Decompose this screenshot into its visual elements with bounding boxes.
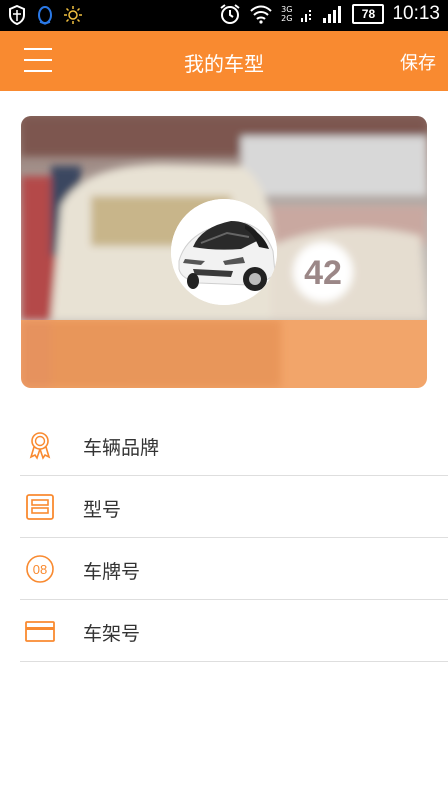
shield-icon [9, 5, 25, 25]
car-info-list: 车辆品牌 型号 08 车牌号 车架号 [20, 414, 448, 662]
list-item-label: 型号 [83, 499, 122, 521]
credit-card-icon [25, 621, 55, 642]
alarm-icon [220, 4, 240, 24]
signal-dots-icon [301, 10, 312, 22]
car-photo [171, 199, 277, 305]
list-item-brand[interactable]: 车辆品牌 [20, 414, 448, 476]
status-bar: 3G 2G 78 10:13 [0, 0, 448, 31]
list-item-plate[interactable]: 08 车牌号 [20, 538, 448, 600]
list-item-model[interactable]: 型号 [20, 476, 448, 538]
race-number: 42 [304, 254, 342, 292]
plate-number-icon: 08 [26, 555, 54, 583]
list-item-vin[interactable]: 车架号 [20, 600, 448, 662]
signal-bars-icon [323, 6, 342, 23]
battery-indicator: 78 [352, 4, 385, 24]
status-right: 3G 2G 78 10:13 [219, 3, 440, 25]
wifi-icon [250, 5, 272, 24]
save-button[interactable]: 保存 [400, 49, 436, 75]
network-3g-label: 3G [281, 5, 293, 14]
award-ribbon-icon [29, 432, 51, 460]
status-left [8, 5, 82, 25]
network-2g-label: 2G [281, 14, 293, 23]
model-card-icon [26, 494, 54, 520]
page-title: 我的车型 [184, 52, 264, 76]
list-item-label: 车辆品牌 [83, 437, 160, 459]
qq-penguin-icon [38, 6, 52, 25]
banner-overlay-texture [21, 320, 281, 388]
app-header: 我的车型 保存 [0, 31, 448, 91]
banner-overlay [21, 320, 427, 388]
network-type-label: 3G 2G [281, 5, 292, 23]
car-avatar[interactable] [171, 199, 277, 305]
plate-number-icon-text: 08 [33, 562, 47, 577]
list-item-label: 车牌号 [83, 561, 141, 583]
sun-icon [64, 6, 82, 24]
status-time: 10:13 [392, 3, 440, 24]
list-item-label: 车架号 [83, 623, 141, 645]
